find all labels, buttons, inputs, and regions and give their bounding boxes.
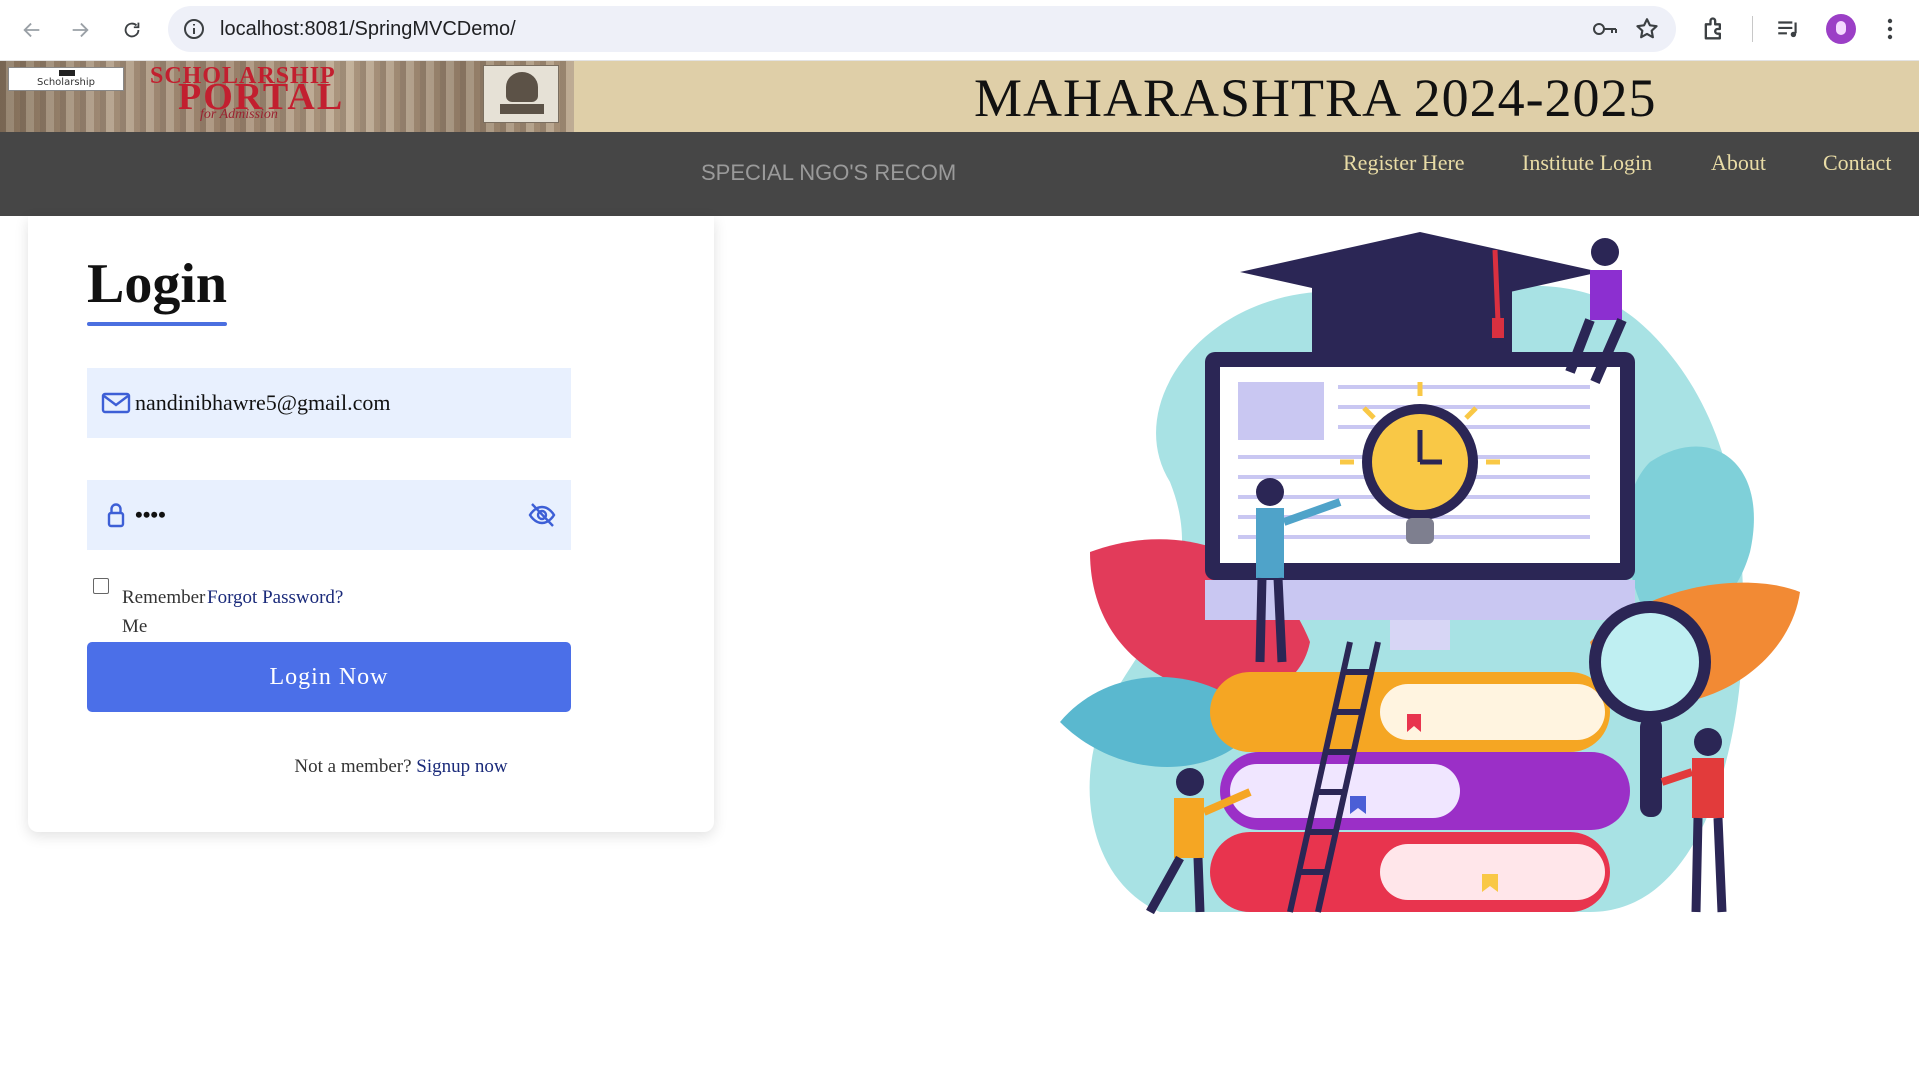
media-control-icon[interactable] <box>1775 16 1801 42</box>
education-illustration <box>1060 232 1800 915</box>
email-value[interactable]: nandinibhawre5@gmail.com <box>135 390 390 416</box>
main-nav: SPECIAL NGO'S RECOM Register Here Instit… <box>0 132 1919 216</box>
heading-underline <box>87 322 227 326</box>
login-card: Login nandinibhawre5@gmail.com •••• Reme… <box>28 216 714 832</box>
url-text[interactable]: localhost:8081/SpringMVCDemo/ <box>220 18 516 41</box>
key-icon[interactable] <box>1592 18 1618 40</box>
forward-button[interactable] <box>62 12 98 48</box>
portal-logo-subtitle: for Admission <box>200 107 278 122</box>
signup-prompt-text: Not a member? <box>294 756 412 777</box>
toolbar-divider <box>1752 16 1753 42</box>
login-now-button[interactable]: Login Now <box>87 642 571 712</box>
extensions-icon[interactable] <box>1700 15 1728 43</box>
address-bar[interactable]: localhost:8081/SpringMVCDemo/ <box>168 6 1676 52</box>
remember-me-checkbox[interactable] <box>93 578 109 594</box>
more-menu-icon[interactable] <box>1878 14 1902 44</box>
site-info-icon[interactable] <box>182 17 206 41</box>
remember-me-label[interactable]: Remember Me <box>122 583 212 641</box>
back-button[interactable] <box>14 12 50 48</box>
signup-prompt: Not a member? Signup now <box>28 756 714 778</box>
reload-button[interactable] <box>114 12 150 48</box>
forgot-password-link[interactable]: Forgot Password? <box>207 583 343 612</box>
bookmark-star-icon[interactable] <box>1634 16 1660 42</box>
arrow-right-icon <box>72 22 89 38</box>
nav-link-contact[interactable]: Contact <box>1823 150 1891 176</box>
email-field[interactable]: nandinibhawre5@gmail.com <box>87 368 571 438</box>
reload-icon <box>124 22 140 38</box>
portal-logo[interactable]: Scholarship SCHOLARSHIP PORTAL for Admis… <box>0 61 574 132</box>
banner-title: MAHARASHTRA 2024-2025 <box>974 68 1657 128</box>
eye-off-icon[interactable] <box>527 500 557 530</box>
password-field[interactable]: •••• <box>87 480 571 550</box>
scholarship-logo-box: Scholarship <box>8 67 124 91</box>
signup-link[interactable]: Signup now <box>416 756 507 777</box>
arrow-left-icon <box>23 22 40 38</box>
announcement-marquee: SPECIAL NGO'S RECOM <box>701 160 957 185</box>
profile-avatar[interactable] <box>1826 14 1856 44</box>
login-heading: Login <box>87 253 228 315</box>
national-emblem-icon <box>483 65 559 123</box>
lock-icon <box>107 503 125 528</box>
nav-link-register[interactable]: Register Here <box>1343 150 1465 176</box>
nav-link-institute-login[interactable]: Institute Login <box>1522 150 1652 176</box>
browser-toolbar: localhost:8081/SpringMVCDemo/ <box>0 0 1919 61</box>
password-value[interactable]: •••• <box>135 502 166 528</box>
site-banner: Scholarship SCHOLARSHIP PORTAL for Admis… <box>0 61 1919 132</box>
mail-icon <box>101 392 131 414</box>
nav-link-about[interactable]: About <box>1711 150 1766 176</box>
magnifier-icon <box>1589 601 1711 723</box>
